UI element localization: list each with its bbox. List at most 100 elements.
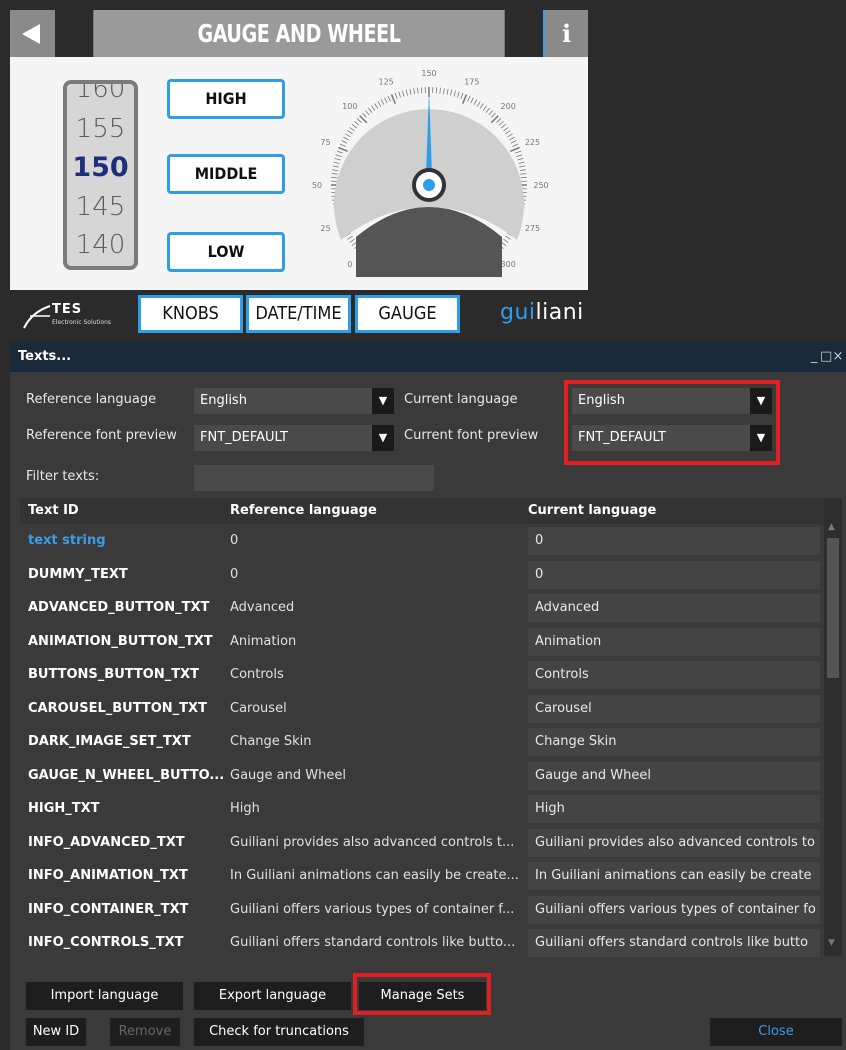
guiliani-logo: guiliani	[500, 300, 584, 325]
current-text-cell[interactable]: Animation	[528, 627, 820, 656]
gauge-tick	[413, 88, 416, 95]
reference-text-cell: Gauge and Wheel	[230, 767, 346, 783]
gauge-tick	[387, 95, 391, 102]
current-text-cell[interactable]: Gauge and Wheel	[528, 761, 820, 790]
number-wheel[interactable]: 160 155 150 145 140	[63, 80, 138, 270]
reference-font-select[interactable]: FNT_DEFAULT ▼	[194, 425, 394, 451]
reference-text-cell: Guiliani offers standard controls like b…	[230, 935, 516, 950]
app-panel: 160 155 150 145 140 HIGH MIDDLE LOW 0 25 5…	[10, 57, 588, 290]
gauge-tick	[512, 143, 519, 147]
current-text-cell[interactable]: Carousel	[528, 694, 820, 723]
back-arrow-icon	[22, 24, 40, 44]
close-window-icon[interactable]: ×	[832, 341, 844, 372]
current-text-cell[interactable]: Guiliani offers standard controls like b…	[528, 929, 820, 957]
gauge-tick	[516, 154, 523, 157]
gauge-tick	[390, 94, 397, 104]
app-footer: TES Electronic Solutions KNOBS DATE/TIME…	[10, 292, 588, 338]
gauge-tick	[457, 91, 460, 98]
window-title: Texts...	[10, 341, 846, 372]
gauge-tick	[482, 105, 487, 111]
gauge-tick	[505, 130, 511, 135]
table-row[interactable]: text string 0 0	[20, 524, 824, 558]
current-text-cell[interactable]: In Guiliani animations can easily be cre…	[528, 862, 820, 890]
filter-input[interactable]	[194, 465, 434, 491]
text-id-cell: CAROUSEL_BUTTON_TXT	[28, 700, 207, 716]
current-text-cell[interactable]: Controls	[528, 661, 820, 689]
gauge-tick	[354, 121, 360, 126]
close-button[interactable]: Close	[710, 1018, 842, 1046]
table-row[interactable]: INFO_CONTAINER_TXT Guiliani offers variou…	[20, 893, 824, 927]
current-text-cell[interactable]: Advanced	[528, 594, 820, 622]
gauge-tick-label: 125	[378, 78, 393, 87]
gauge-tick	[491, 112, 496, 118]
current-text-cell[interactable]: 0	[528, 527, 820, 555]
info-button[interactable]: i	[543, 10, 588, 57]
table-row[interactable]: HIGH_TXT High High	[20, 792, 824, 826]
gauge-tick	[347, 130, 353, 135]
table-row[interactable]: ANIMATION_BUTTON_TXT Animation Animation	[20, 625, 824, 659]
check-truncations-button[interactable]: Check for truncations	[194, 1018, 364, 1046]
table-row[interactable]: DARK_IMAGE_SET_TXT Change Skin Change Skin	[20, 725, 824, 759]
reference-text-cell: High	[230, 801, 260, 816]
scroll-thumb[interactable]	[827, 538, 839, 678]
maximize-icon[interactable]: □	[820, 341, 832, 372]
new-id-button[interactable]: New ID	[26, 1018, 86, 1046]
high-button[interactable]: HIGH	[167, 79, 285, 119]
table-row[interactable]: INFO_CONTROLS_TXT Guiliani offers standar…	[20, 926, 824, 960]
nav-knobs-button[interactable]: KNOBS	[138, 295, 243, 333]
reference-language-select[interactable]: English ▼	[194, 388, 394, 414]
column-header-reference[interactable]: Reference language	[230, 498, 377, 524]
reference-text-cell: 0	[230, 533, 239, 548]
import-language-button[interactable]: Import language	[26, 982, 183, 1010]
table-row[interactable]: INFO_ANIMATION_TXT In Guiliani animations…	[20, 859, 824, 893]
table-row[interactable]: CAROUSEL_BUTTON_TXT Carousel Carousel	[20, 692, 824, 726]
current-text-cell[interactable]: 0	[528, 560, 820, 589]
export-language-button[interactable]: Export language	[194, 982, 351, 1010]
current-text-cell[interactable]: Guiliani provides also advanced controls…	[528, 828, 820, 857]
middle-button[interactable]: MIDDLE	[167, 154, 285, 194]
table-row[interactable]: INFO_ADVANCED_TXT Guiliani provides also …	[20, 826, 824, 860]
column-header-current[interactable]: Current language	[528, 498, 656, 524]
scroll-up-icon[interactable]: ▲	[828, 522, 835, 532]
reference-text-cell: Change Skin	[230, 734, 312, 749]
nav-gauge-button[interactable]: GAUGE	[355, 295, 460, 333]
gauge-tick	[476, 101, 481, 107]
current-text-cell[interactable]: High	[528, 795, 820, 823]
back-button[interactable]	[10, 10, 55, 57]
gauge-tick-label: 175	[464, 78, 479, 87]
gauge-tick	[485, 107, 490, 113]
gauge-tick-label: 300	[501, 260, 516, 269]
current-text-cell[interactable]: Change Skin	[528, 728, 820, 756]
minimize-icon[interactable]: _	[808, 341, 820, 372]
table-scrollbar[interactable]: ▲ ▼	[824, 498, 842, 956]
table-row[interactable]: BUTTONS_BUTTON_TXT Controls Controls	[20, 658, 824, 692]
table-row[interactable]: GAUGE_N_WHEEL_BUTTO... Gauge and Wheel Gau…	[20, 759, 824, 793]
table-row[interactable]: DUMMY_TEXT 0 0	[20, 558, 824, 592]
gauge-tick	[398, 91, 401, 98]
gauge-tick	[349, 127, 355, 132]
gauge-tick	[442, 88, 445, 95]
screen: GAUGE AND WHEEL i 160 155 150 145 140 HI…	[0, 0, 846, 1050]
gauge-tick	[338, 146, 348, 153]
low-button[interactable]: LOW	[167, 232, 285, 272]
scroll-down-icon[interactable]: ▼	[828, 938, 835, 948]
gauge-tick-label: 200	[501, 102, 516, 111]
gauge-tick	[365, 110, 370, 116]
filter-label: Filter texts:	[26, 469, 100, 484]
gauge-tick	[405, 89, 408, 96]
gauge-tick	[417, 87, 419, 94]
gauge-tick	[409, 88, 412, 95]
text-id-cell: HIGH_TXT	[28, 801, 100, 816]
nav-datetime-button[interactable]: DATE/TIME	[246, 295, 351, 333]
gauge-tick	[332, 165, 339, 168]
text-id-cell: ADVANCED_BUTTON_TXT	[28, 600, 210, 615]
current-text-cell[interactable]: Guiliani offers various types of contain…	[528, 895, 820, 924]
logo-part-1: gui	[500, 300, 536, 325]
reference-text-cell: Guiliani provides also advanced controls…	[230, 834, 515, 850]
column-header-text-id[interactable]: Text ID	[28, 498, 79, 524]
remove-button[interactable]: Remove	[110, 1018, 180, 1046]
gauge-tick	[331, 173, 338, 175]
gauge-tick	[501, 124, 507, 129]
gauge-tick	[520, 173, 527, 175]
table-row[interactable]: ADVANCED_BUTTON_TXT Advanced Advanced	[20, 591, 824, 625]
